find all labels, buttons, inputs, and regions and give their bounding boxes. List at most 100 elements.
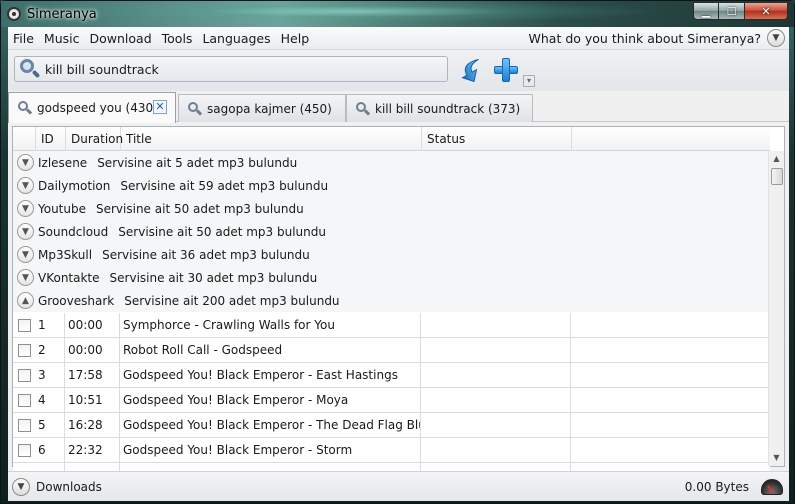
tab-sagopa-kajmer[interactable]: sagopa kajmer (450) [178,94,346,122]
cell-id: 4 [35,387,65,413]
speedometer-icon [761,478,783,495]
header-id[interactable]: ID [36,127,66,151]
maximize-button[interactable]: ☐ [719,2,745,20]
menu-download[interactable]: Download [85,31,157,46]
cell-id: 1 [35,312,65,338]
cell-id: 3 [35,362,65,388]
table-row[interactable]: 2 00:00 Robot Roll Call - Godspeed [13,337,770,363]
table-row[interactable]: 3 17:58 Godspeed You! Black Emperor - Ea… [13,362,770,388]
scroll-up-icon[interactable]: ▲ [769,151,784,167]
chevron-down-icon[interactable]: ▼ [12,477,30,496]
track-rows: 1 00:00 Symphorce - Crawling Walls for Y… [13,312,770,473]
cell-title: Robot Roll Call - Godspeed [120,337,421,363]
chevron-down-icon[interactable]: ▼ [17,154,34,171]
row-checkbox[interactable] [18,343,31,357]
cell-title: Godspeed You! Black Emperor - The Dead F… [120,412,421,438]
tab-godspeed-you[interactable]: godspeed you (430) ✕ [8,92,176,123]
cell-filler [571,388,770,413]
window-controls: ▁ ☐ ✕ [693,2,788,20]
group-vkontakte[interactable]: ▼ VKontakte Servisine ait 30 adet mp3 bu… [13,266,770,289]
source-groups: ▼ Izlesene Servisine ait 5 adet mp3 bulu… [13,151,770,312]
close-tab-icon[interactable]: ✕ [153,100,167,114]
scroll-thumb[interactable] [771,168,783,185]
title-bar[interactable]: Simeranya ▁ ☐ ✕ [1,1,794,27]
cell-duration: 00:00 [65,312,120,338]
cell-title: Symphorce - Crawling Walls for You [120,312,421,338]
search-input[interactable]: kill bill soundtrack [14,56,448,82]
menu-languages[interactable]: Languages [197,31,275,46]
group-summary: Servisine ait 5 adet mp3 bulundu [97,155,298,170]
cell-filler [571,338,770,363]
header-select[interactable] [13,127,36,151]
minimize-button[interactable]: ▁ [693,2,719,20]
group-soundcloud[interactable]: ▼ Soundcloud Servisine ait 50 adet mp3 b… [13,220,770,243]
cell-filler [571,438,770,463]
cell-status [421,337,571,363]
cell-id: 2 [35,337,65,363]
downloads-label[interactable]: Downloads [36,480,102,494]
table-row[interactable]: 5 16:28 Godspeed You! Black Emperor - Th… [13,412,770,438]
table-row[interactable]: 4 10:51 Godspeed You! Black Emperor - Mo… [13,387,770,413]
download-button[interactable] [460,57,484,83]
chevron-down-icon[interactable]: ▼ [17,269,34,286]
chevron-up-icon[interactable]: ▲ [17,292,34,309]
chevron-down-icon[interactable]: ▼ [17,200,34,217]
header-duration[interactable]: Duration [66,127,123,151]
close-button[interactable]: ✕ [745,2,788,20]
cell-status [421,362,571,388]
download-speed: 0.00 Bytes [684,479,749,494]
menu-help[interactable]: Help [276,31,315,46]
menu-tools[interactable]: Tools [157,31,198,46]
cell-status [421,312,571,338]
row-checkbox[interactable] [18,368,31,382]
app-logo-icon[interactable] [7,7,21,21]
search-icon [17,100,33,116]
header-title[interactable]: Title [121,127,422,151]
search-icon [17,57,41,81]
menu-music[interactable]: Music [39,31,85,46]
group-grooveshark[interactable]: ▲ Grooveshark Servisine ait 200 adet mp3… [13,289,770,312]
group-name: Grooveshark [38,293,115,308]
table-row[interactable]: 6 22:32 Godspeed You! Black Emperor - St… [13,437,770,463]
group-name: VKontakte [38,270,100,285]
cell-status [421,387,571,413]
search-icon [355,101,371,117]
chevron-down-icon[interactable]: ▼ [17,177,34,194]
group-mp3skull[interactable]: ▼ Mp3Skull Servisine ait 36 adet mp3 bul… [13,243,770,266]
cell-title: Godspeed You! Black Emperor - East Hasti… [120,362,421,388]
cell-id: 6 [35,437,65,463]
group-dailymotion[interactable]: ▼ Dailymotion Servisine ait 59 adet mp3 … [13,174,770,197]
add-button[interactable] [492,56,520,84]
chevron-down-icon[interactable]: ▼ [17,223,34,240]
group-summary: Servisine ait 30 adet mp3 bulundu [109,270,318,285]
group-izlesene[interactable]: ▼ Izlesene Servisine ait 5 adet mp3 bulu… [13,151,770,174]
feedback-text: What do you think about Simeranya? [528,30,761,46]
group-youtube[interactable]: ▼ Youtube Servisine ait 50 adet mp3 bulu… [13,197,770,220]
results-grid: ID Duration Title Status ▼ Izlesene Serv… [12,126,785,473]
cell-filler [571,413,770,438]
chevron-down-icon[interactable]: ▼ [767,29,785,47]
tab-kill-bill-soundtrack[interactable]: kill bill soundtrack (373) [346,94,533,122]
cell-id: 5 [35,412,65,438]
group-summary: Servisine ait 50 adet mp3 bulundu [118,224,326,239]
header-status[interactable]: Status [422,127,572,151]
vertical-scrollbar[interactable]: ▲ ▼ [768,151,784,466]
scroll-down-icon[interactable]: ▼ [769,450,784,466]
cell-filler [571,313,770,338]
row-checkbox[interactable] [18,318,31,332]
row-checkbox[interactable] [18,443,31,457]
feedback-link[interactable]: What do you think about Simeranya? ▼ [529,29,789,47]
client-area: File Music Download Tools Languages Help… [8,27,789,501]
row-checkbox[interactable] [18,418,31,432]
group-name: Soundcloud [38,224,109,239]
tab-label: godspeed you (430) [37,101,158,115]
resize-grip-icon[interactable]: ▾ [523,75,535,87]
search-tabs: godspeed you (430) ✕ sagopa kajmer (450)… [8,92,789,123]
table-row[interactable]: 1 00:00 Symphorce - Crawling Walls for Y… [13,312,770,338]
download-arrow-icon [461,58,479,83]
group-summary: Servisine ait 36 adet mp3 bulundu [102,247,310,262]
chevron-down-icon[interactable]: ▼ [17,246,34,263]
row-checkbox[interactable] [18,393,31,407]
menu-file[interactable]: File [8,31,39,46]
search-input-value[interactable]: kill bill soundtrack [45,62,159,77]
